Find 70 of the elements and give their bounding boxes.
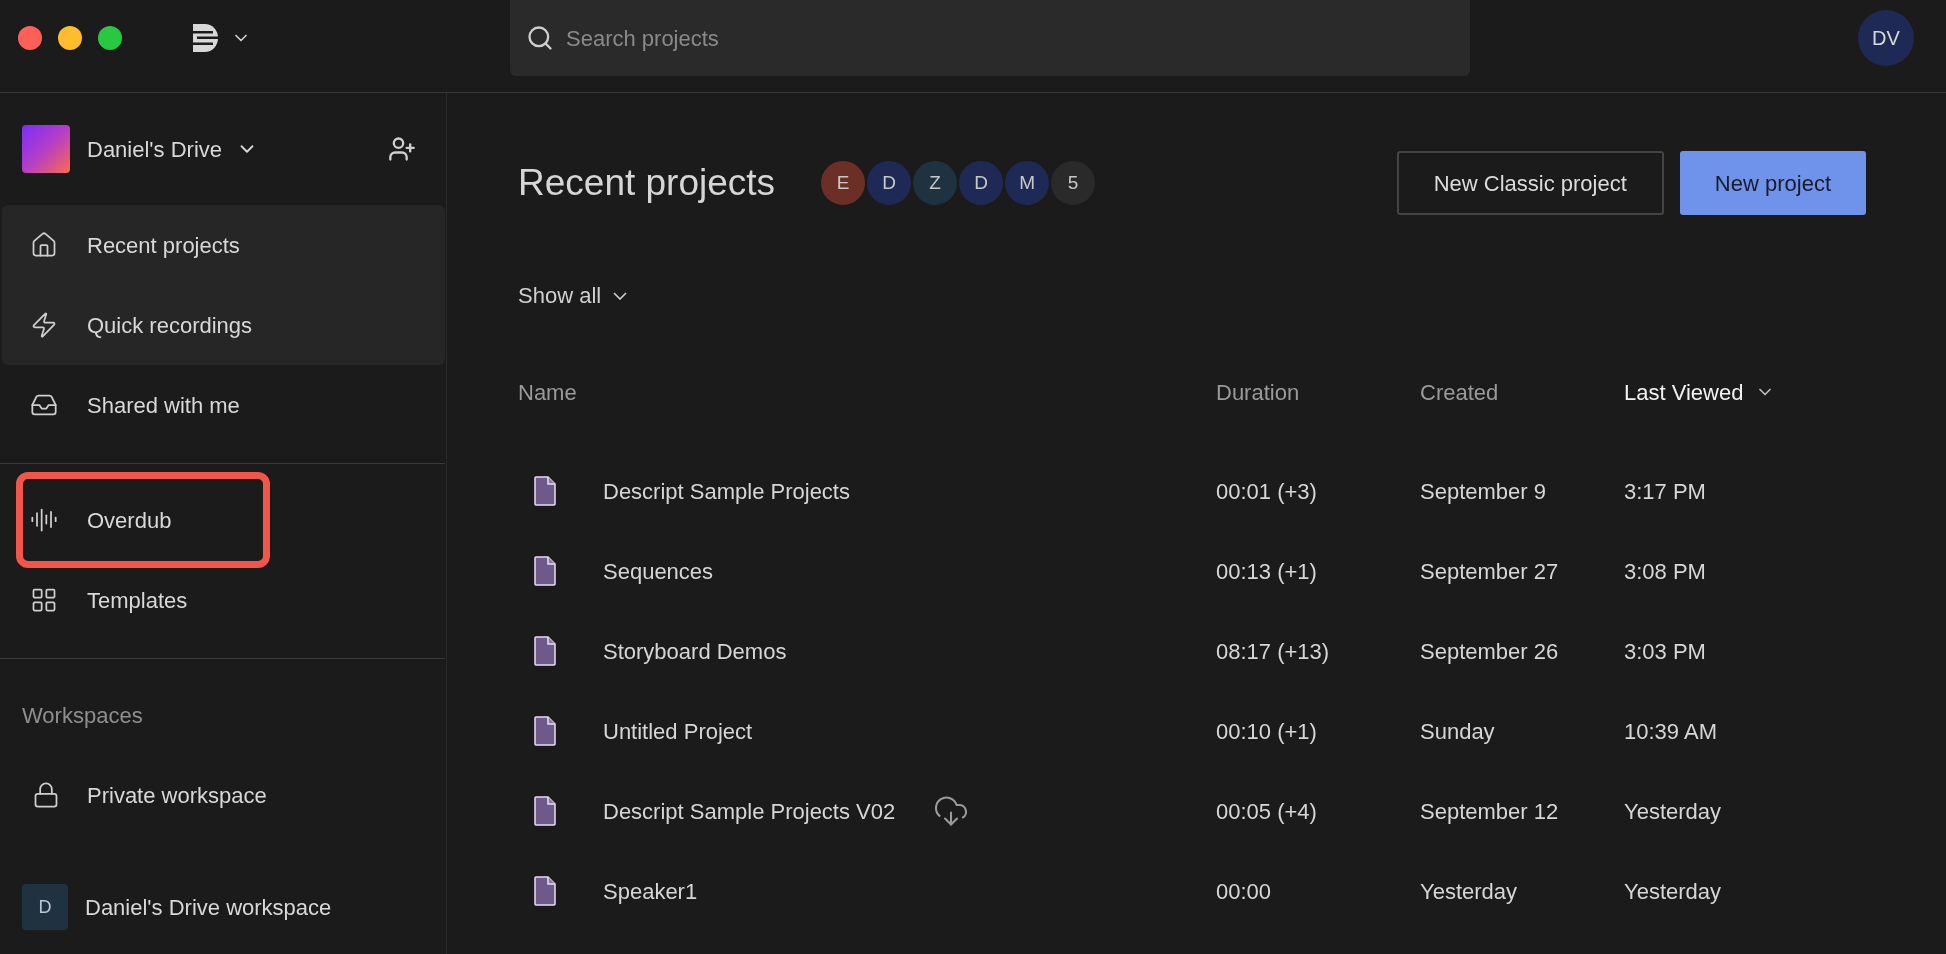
new-project-button[interactable]: New project <box>1679 151 1866 215</box>
project-name[interactable]: Untitled Project <box>603 714 753 748</box>
table-cell-text: 00:05 (+4) <box>1216 797 1317 826</box>
project-name[interactable]: Speaker1 <box>603 874 698 908</box>
table-cell-text: 3:08 PM <box>1624 557 1706 586</box>
logo-icon[interactable] <box>191 23 219 53</box>
add-user-icon[interactable] <box>388 135 416 163</box>
lock-icon <box>32 781 60 809</box>
table-cell-text: Sunday <box>1420 717 1495 746</box>
home-icon <box>30 231 58 259</box>
search-field[interactable]: Search projects <box>566 21 1454 55</box>
member-avatar[interactable]: 5 <box>1049 159 1098 207</box>
page-title: Recent projects <box>518 161 776 206</box>
member-avatar[interactable]: E <box>819 159 868 207</box>
new-classic-project-button[interactable]: New Classic project <box>1396 151 1664 215</box>
table-cell-text: 00:00 <box>1216 877 1272 906</box>
table-cell-text: 3:17 PM <box>1624 477 1706 506</box>
user-avatar[interactable]: DV <box>1858 10 1914 66</box>
drive-selector[interactable]: Daniel's Drive <box>87 132 259 166</box>
document-icon <box>534 716 556 746</box>
table-cell-text: September 9 <box>1420 477 1546 506</box>
column-header[interactable]: Created <box>1420 375 1499 409</box>
project-name[interactable]: Descript Sample Projects <box>603 474 850 508</box>
drive-avatar <box>22 125 70 173</box>
table-cell-text: Yesterday <box>1624 797 1722 826</box>
sidebar-item[interactable]: Shared with me <box>16 365 240 445</box>
workspace-item[interactable]: Private workspace <box>0 755 445 835</box>
table-cell-text: 3:03 PM <box>1624 637 1706 666</box>
member-avatar[interactable]: Z <box>911 159 960 207</box>
member-avatar[interactable]: M <box>1003 159 1052 207</box>
member-avatar[interactable]: D <box>865 159 914 207</box>
document-icon <box>534 556 556 586</box>
maximize-window-icon[interactable] <box>98 26 122 50</box>
table-cell-text: Yesterday <box>1420 877 1518 906</box>
close-window-icon[interactable] <box>18 26 42 50</box>
project-name[interactable]: Sequences <box>603 554 714 588</box>
chevron-down-icon <box>613 291 628 300</box>
table-cell-text: September 12 <box>1420 797 1559 826</box>
table-cell-text: 08:17 (+13) <box>1216 637 1330 666</box>
sidebar-item[interactable]: Templates <box>16 560 188 640</box>
column-header[interactable]: Last Viewed <box>1624 375 1776 409</box>
minimize-window-icon[interactable] <box>58 26 82 50</box>
search-bar[interactable]: Search projects <box>510 0 1470 76</box>
waveform-icon <box>30 506 58 534</box>
table-cell-text: 00:01 (+3) <box>1216 477 1317 506</box>
workspace-avatar: D <box>22 884 68 930</box>
sidebar-item[interactable]: Recent projects <box>2 205 445 285</box>
workspace-item[interactable]: D Daniel's Drive workspace <box>0 867 445 947</box>
table-cell-text: 00:13 (+1) <box>1216 557 1317 586</box>
section-heading: Workspaces <box>21 701 144 730</box>
grid-icon <box>30 586 58 614</box>
project-name[interactable]: Descript Sample Projects V02 <box>603 794 896 828</box>
column-header[interactable]: Name <box>518 375 577 409</box>
document-icon <box>534 876 556 906</box>
sidebar-item[interactable]: Quick recordings <box>2 285 445 365</box>
search-icon <box>526 24 554 52</box>
document-icon <box>534 636 556 666</box>
lightning-icon <box>30 311 58 339</box>
member-avatar[interactable]: D <box>957 159 1006 207</box>
document-icon <box>534 476 556 506</box>
table-cell-text: 00:10 (+1) <box>1216 717 1317 746</box>
table-cell-text: September 26 <box>1420 637 1559 666</box>
table-cell-text: 10:39 AM <box>1624 717 1717 746</box>
sidebar-item[interactable]: Overdub <box>16 480 172 560</box>
filter-dropdown[interactable]: Show all <box>518 279 628 312</box>
table-cell-text: September 27 <box>1420 557 1559 586</box>
project-name[interactable]: Storyboard Demos <box>603 634 787 668</box>
document-icon <box>534 796 556 826</box>
column-header[interactable]: Duration <box>1216 375 1300 409</box>
table-cell-text: Yesterday <box>1624 877 1722 906</box>
